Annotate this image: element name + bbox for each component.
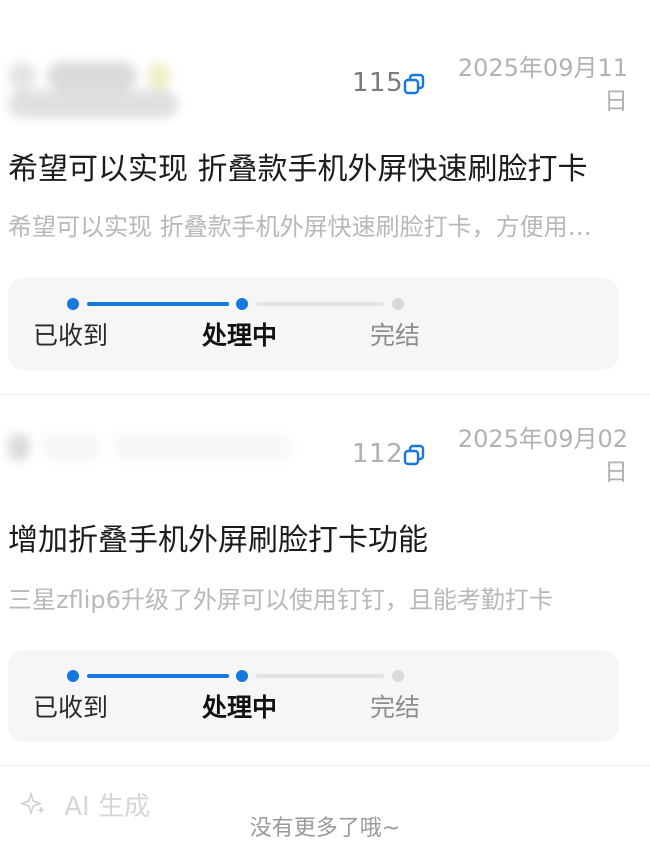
no-more-footer: 没有更多了哦~ — [249, 816, 401, 841]
step-label-received: 已收到 — [33, 321, 109, 350]
feedback-id: 115 — [352, 68, 404, 98]
feedback-title[interactable]: 增加折叠手机外屏刷脸打卡功能 — [8, 521, 608, 561]
card-meta-row: 115 2025年09月11日 — [8, 52, 628, 122]
step-label-done: 完结 — [370, 321, 421, 350]
step-line-pending — [256, 674, 384, 678]
step-line-pending — [256, 302, 384, 306]
step-label-processing: 处理中 — [202, 693, 278, 722]
step-label-received: 已收到 — [33, 693, 109, 722]
step-dot-done — [392, 670, 404, 682]
card-meta-row: 112 2025年09月02日 — [8, 423, 628, 493]
step-line-done — [87, 674, 229, 678]
step-dot-processing — [236, 298, 248, 310]
feedback-title[interactable]: 希望可以实现 折叠款手机外屏快速刷脸打卡 — [8, 150, 608, 190]
feedback-id: 112 — [352, 439, 404, 469]
progress-tracker: 已收到 处理中 完结 — [8, 278, 619, 370]
copy-icon[interactable] — [402, 443, 426, 467]
feedback-date: 2025年09月11日 — [457, 54, 628, 115]
step-label-done: 完结 — [370, 693, 421, 722]
blurred-user-info — [8, 433, 348, 473]
blurred-user-info — [8, 62, 348, 118]
step-label-processing: 处理中 — [202, 321, 278, 350]
feedback-description: 希望可以实现 折叠款手机外屏快速刷脸打卡，方便用户使用 — [8, 213, 603, 241]
feedback-date: 2025年09月02日 — [457, 425, 628, 486]
copy-icon[interactable] — [402, 72, 426, 96]
step-dot-received — [67, 670, 79, 682]
step-dot-done — [392, 298, 404, 310]
card-divider — [0, 765, 650, 766]
progress-tracker: 已收到 处理中 完结 — [8, 650, 619, 742]
step-dot-processing — [236, 670, 248, 682]
feedback-description: 三星zflip6升级了外屏可以使用钉钉，且能考勤打卡 — [8, 586, 553, 614]
step-line-done — [87, 302, 229, 306]
feedback-card[interactable]: 115 2025年09月11日 希望可以实现 折叠款手机外屏快速刷脸打卡 希望可… — [0, 0, 650, 394]
step-dot-received — [67, 298, 79, 310]
feedback-card[interactable]: 112 2025年09月02日 增加折叠手机外屏刷脸打卡功能 三星zflip6升… — [0, 395, 650, 765]
